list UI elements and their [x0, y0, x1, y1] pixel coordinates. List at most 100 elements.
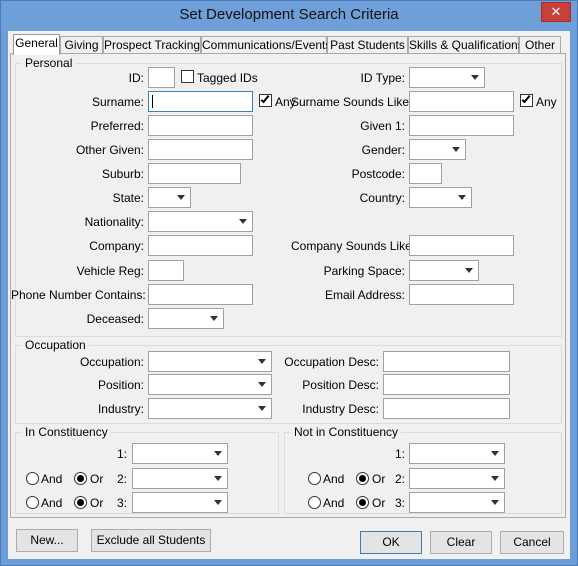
not-in-constituency-2-or-radio[interactable] [356, 472, 369, 485]
postcode-label: Postcode: [351, 167, 405, 181]
given1-label: Given 1: [360, 119, 405, 133]
industry-select[interactable] [148, 398, 272, 419]
occupation-select[interactable] [148, 351, 272, 372]
given1-input[interactable] [409, 115, 514, 136]
company-label: Company: [89, 239, 144, 253]
vehicle-reg-label: Vehicle Reg: [76, 264, 144, 278]
chevron-down-icon [458, 195, 466, 200]
in-constituency-1-select[interactable] [132, 443, 228, 464]
vehicle-reg-input[interactable] [148, 260, 184, 281]
chevron-down-icon [465, 268, 473, 273]
in-constituency-3-or-radio[interactable] [74, 496, 87, 509]
not-in-constituency-3-or-label: Or [372, 496, 386, 510]
email-input[interactable] [409, 284, 514, 305]
chevron-down-icon [471, 75, 479, 80]
not-in-constituency-2-and-radio[interactable] [308, 472, 321, 485]
chevron-down-icon [177, 195, 185, 200]
deceased-select[interactable] [148, 308, 224, 329]
position-select[interactable] [148, 374, 272, 395]
surname-sounds-like-input[interactable] [409, 91, 514, 112]
id-input[interactable] [148, 67, 175, 88]
parking-space-select[interactable] [409, 260, 479, 281]
tab-skills-qualifications[interactable]: Skills & Qualifications [408, 36, 524, 54]
not-in-constituency-2-label: 2: [394, 472, 405, 486]
country-label: Country: [359, 191, 405, 205]
suburb-input[interactable] [148, 163, 241, 184]
exclude-all-students-button[interactable]: Exclude all Students [91, 529, 211, 552]
postcode-input[interactable] [409, 163, 442, 184]
not-in-constituency-3-label: 3: [394, 496, 405, 510]
ok-button[interactable]: OK [360, 531, 422, 554]
state-select[interactable] [148, 187, 191, 208]
preferred-input[interactable] [148, 115, 253, 136]
tab-general[interactable]: General [13, 34, 60, 55]
radio-dot-icon [359, 475, 366, 482]
id-type-select[interactable] [409, 67, 485, 88]
tab-giving[interactable]: Giving [60, 36, 103, 54]
email-label: Email Address: [324, 288, 405, 302]
in-constituency-2-or-label: Or [90, 472, 104, 486]
personal-group-label: Personal [22, 56, 76, 70]
in-constituency-2-select[interactable] [132, 468, 228, 489]
state-label: State: [112, 191, 144, 205]
chevron-down-icon [258, 382, 266, 387]
industry-desc-label: Industry Desc: [302, 402, 379, 416]
country-select[interactable] [409, 187, 472, 208]
clear-button[interactable]: Clear [430, 531, 492, 554]
parking-space-label: Parking Space: [323, 264, 405, 278]
radio-dot-icon [77, 475, 84, 482]
gender-select[interactable] [409, 139, 466, 160]
surname-any-checkbox[interactable] [259, 93, 272, 107]
text-caret [152, 95, 153, 108]
in-constituency-3-and-radio[interactable] [26, 496, 39, 509]
radio-dot-icon [359, 499, 366, 506]
occupation-group-label: Occupation [22, 338, 89, 352]
tagged-ids-checkbox[interactable] [181, 70, 194, 83]
other-given-input[interactable] [148, 139, 253, 160]
chevron-down-icon [258, 359, 266, 364]
occupation-desc-input[interactable] [383, 351, 510, 372]
in-constituency-2-and-radio[interactable] [26, 472, 39, 485]
in-constituency-3-label: 3: [116, 496, 127, 510]
not-in-constituency-1-select[interactable] [409, 443, 505, 464]
gender-label: Gender: [361, 143, 405, 157]
other-given-label: Other Given: [75, 143, 144, 157]
suburb-label: Suburb: [101, 167, 144, 181]
in-constituency-3-select[interactable] [132, 492, 228, 513]
in-constituency-1-label: 1: [116, 447, 127, 461]
in-constituency-2-label: 2: [116, 472, 127, 486]
tab-past-students[interactable]: Past Students [327, 36, 408, 54]
not-in-constituency-3-and-label: And [323, 496, 345, 510]
not-in-constituency-3-and-radio[interactable] [308, 496, 321, 509]
tab-prospect-tracking[interactable]: Prospect Tracking [103, 36, 201, 54]
radio-dot-icon [77, 499, 84, 506]
not-in-constituency-3-or-radio[interactable] [356, 496, 369, 509]
company-input[interactable] [148, 235, 253, 256]
occupation-desc-label: Occupation Desc: [284, 355, 379, 369]
chevron-down-icon [452, 147, 460, 152]
surname-input[interactable] [148, 91, 253, 112]
tab-communications-events[interactable]: Communications/Events [201, 36, 331, 54]
new-button[interactable]: New... [16, 529, 78, 552]
phone-input[interactable] [148, 284, 253, 305]
company-sounds-like-label: Company Sounds Like: [291, 239, 416, 253]
close-icon[interactable]: ✕ [541, 2, 571, 22]
nationality-select[interactable] [148, 211, 253, 232]
in-constituency-2-and-label: And [41, 472, 63, 486]
title-bar[interactable]: Set Development Search Criteria ✕ [1, 1, 577, 31]
in-constituency-2-or-radio[interactable] [74, 472, 87, 485]
not-in-constituency-group-label: Not in Constituency [291, 425, 402, 439]
not-in-constituency-2-and-label: And [323, 472, 345, 486]
not-in-constituency-2-select[interactable] [409, 468, 505, 489]
chevron-down-icon [214, 476, 222, 481]
company-sounds-like-input[interactable] [409, 235, 514, 256]
tab-other[interactable]: Other [519, 36, 561, 54]
cancel-button[interactable]: Cancel [500, 531, 564, 554]
surname-sounds-any-label: Any [536, 95, 557, 109]
surname-sounds-any-checkbox[interactable] [520, 93, 533, 107]
position-desc-label: Position Desc: [302, 378, 379, 392]
position-desc-input[interactable] [383, 374, 510, 395]
industry-desc-input[interactable] [383, 398, 510, 419]
not-in-constituency-3-select[interactable] [409, 492, 505, 513]
chevron-down-icon [258, 406, 266, 411]
